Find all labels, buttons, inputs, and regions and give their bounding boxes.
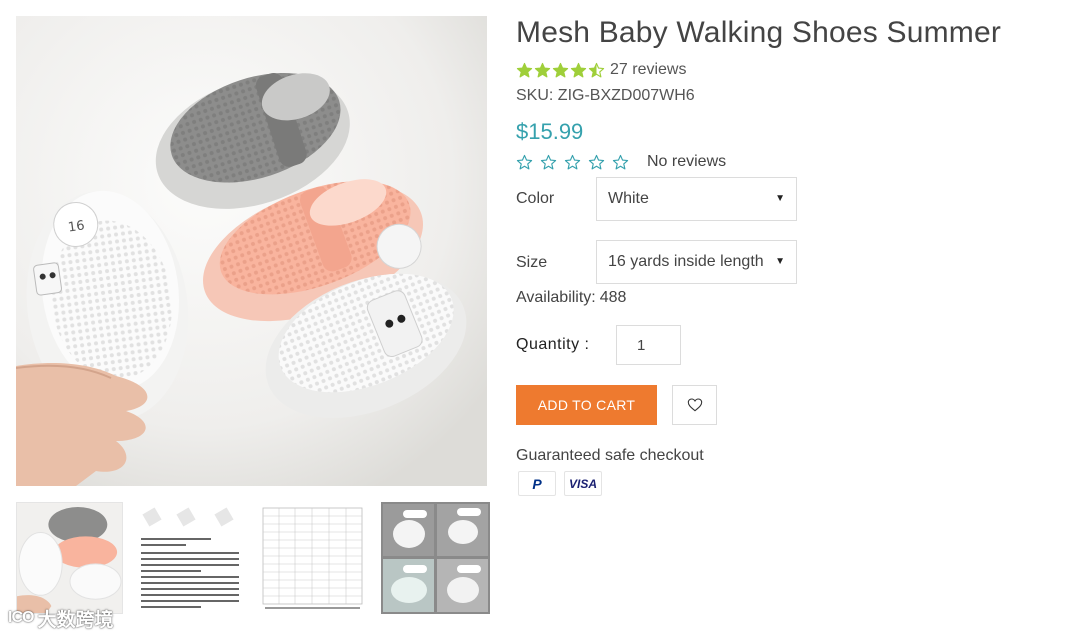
star-filled-icon	[534, 62, 551, 77]
availability-label: Availability:	[516, 289, 596, 306]
rating-row: 27 reviews	[516, 61, 686, 79]
paypal-icon: P	[518, 471, 556, 496]
product-details: Mesh Baby Walking Shoes Summer 27 review…	[516, 0, 1076, 637]
main-product-image[interactable]: 16	[16, 16, 487, 486]
thumbnail-2[interactable]	[137, 502, 244, 614]
reviews-link[interactable]: 27 reviews	[610, 61, 686, 79]
star-filled-icon	[570, 62, 587, 77]
star-outline-icon[interactable]	[588, 154, 605, 171]
size-select[interactable]: 16 yards inside length ▼	[596, 240, 797, 284]
product-price: $15.99	[516, 119, 584, 144]
heart-outline-icon	[687, 398, 702, 412]
chevron-down-icon: ▼	[775, 256, 785, 267]
star-outline-icon[interactable]	[564, 154, 581, 171]
star-outline-icon[interactable]	[612, 154, 629, 171]
size-select-value: 16 yards inside length	[608, 253, 764, 270]
chevron-down-icon: ▼	[775, 193, 785, 204]
availability-count: 488	[599, 289, 627, 306]
star-filled-icon	[516, 62, 533, 77]
watermark-logo: ICO	[8, 609, 34, 626]
quantity-input[interactable]	[616, 325, 681, 365]
sku: SKU: ZIG-BXZD007WH6	[516, 87, 695, 104]
review-summary: No reviews	[516, 153, 726, 171]
visa-icon: VISA	[564, 471, 602, 496]
no-reviews-label: No reviews	[647, 153, 727, 170]
thumbnail-4[interactable]	[381, 502, 490, 614]
color-select-value: White	[608, 190, 649, 207]
star-outline-icon[interactable]	[516, 154, 533, 171]
size-label: Size	[516, 254, 548, 271]
svg-text:16: 16	[67, 218, 85, 235]
thumbnail-1[interactable]	[16, 502, 123, 614]
thumbnail-3[interactable]	[259, 502, 366, 614]
review-stars[interactable]	[516, 154, 629, 171]
quantity-label: Quantity :	[516, 336, 590, 353]
star-outline-icon[interactable]	[540, 154, 557, 171]
color-select[interactable]: White ▼	[596, 177, 797, 221]
thumbnail-strip	[16, 502, 490, 614]
star-half-icon	[588, 62, 605, 77]
watermark-text: 大数跨境	[37, 609, 114, 631]
guaranteed-checkout-text: Guaranteed safe checkout	[516, 447, 704, 464]
payment-methods: P VISA	[518, 471, 602, 496]
color-label: Color	[516, 190, 555, 207]
product-title: Mesh Baby Walking Shoes Summer	[516, 16, 1002, 49]
wishlist-button[interactable]	[672, 385, 717, 425]
watermark: ICO 大数跨境	[8, 604, 113, 632]
star-filled-icon	[552, 62, 569, 77]
rating-stars	[516, 62, 605, 79]
add-to-cart-button[interactable]: ADD TO CART	[516, 385, 657, 425]
availability: Availability: 488	[516, 289, 626, 307]
